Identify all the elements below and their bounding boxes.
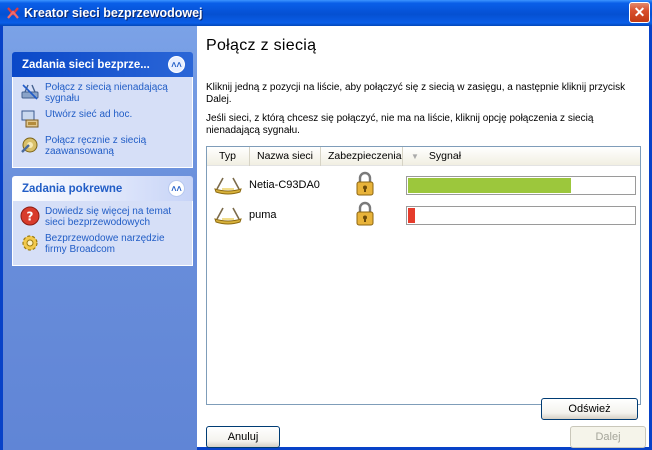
network-tasks-list: Połącz z siecią nienadającą sygnału Utwó… <box>12 77 193 168</box>
signal-strength-bar <box>406 176 636 195</box>
lock-icon <box>356 171 374 196</box>
column-signal[interactable]: ▼ Sygnał <box>403 147 640 166</box>
related-tasks-header[interactable]: Zadania pokrewne ˄˄ <box>12 176 193 201</box>
network-list[interactable]: Typ Nazwa sieci Zabezpieczenia ▼ Sygnał … <box>206 146 641 405</box>
column-network-name[interactable]: Nazwa sieci <box>250 146 321 166</box>
network-list-header: Typ Nazwa sieci Zabezpieczenia ▼ Sygnał <box>207 146 640 166</box>
page-title: Połącz z siecią <box>206 37 317 54</box>
task-learn-more[interactable]: ? Dowiedz się więcej na temat sieci bezp… <box>19 205 186 228</box>
sort-desc-icon: ▼ <box>411 151 419 161</box>
broadcom-tool-icon <box>22 235 38 251</box>
signal-fill <box>408 178 571 193</box>
network-tasks-title: Zadania sieci bezprze... <box>22 58 150 71</box>
task-broadcom-tool[interactable]: Bezprzewodowe narzędzie firmy Broadcom <box>19 232 186 255</box>
collapse-icon[interactable]: ˄˄ <box>168 56 185 73</box>
main-content: Połącz z siecią Kliknij jedną z pozycji … <box>197 26 652 450</box>
column-type[interactable]: Typ <box>207 146 250 166</box>
help-icon: ? <box>20 206 40 226</box>
signal-strength-bar <box>406 206 636 225</box>
cancel-button[interactable]: Anuluj <box>206 426 280 448</box>
network-tasks-header[interactable]: Zadania sieci bezprze... ˄˄ <box>12 52 193 77</box>
refresh-button[interactable]: Odśwież <box>541 398 638 420</box>
instruction-text-hidden: Jeśli sieci, z którą chcesz się połączyć… <box>206 113 594 136</box>
task-label: Dowiedz się więcej na temat sieci bezprz… <box>45 206 172 228</box>
instruction-text: Kliknij jedną z pozycji na liście, aby p… <box>206 82 626 105</box>
advanced-network-icon <box>21 137 38 153</box>
task-pane: Zadania sieci bezprze... ˄˄ Połącz z sie… <box>0 26 197 450</box>
related-tasks-title: Zadania pokrewne <box>22 182 123 195</box>
task-create-adhoc[interactable]: Utwórz sieć ad hoc. <box>19 108 186 130</box>
collapse-icon[interactable]: ˄˄ <box>168 180 185 197</box>
task-label: Bezprzewodowe narzędzie firmy Broadcom <box>45 233 165 255</box>
column-security[interactable]: Zabezpieczenia <box>321 146 403 166</box>
related-tasks-list: ? Dowiedz się więcej na temat sieci bezp… <box>12 201 193 266</box>
lock-icon <box>356 201 374 226</box>
signal-fill <box>408 208 415 223</box>
window-title: Kreator sieci bezprzewodowej <box>24 6 203 20</box>
task-connect-manual-advanced[interactable]: Połącz ręcznie z siecią zaawansowaną <box>19 134 186 157</box>
network-row[interactable]: puma <box>207 201 640 231</box>
network-tasks-box: Zadania sieci bezprze... ˄˄ Połącz z sie… <box>12 52 193 168</box>
network-row[interactable]: Netia-C93DA0 <box>207 171 640 201</box>
network-name: Netia-C93DA0 <box>249 179 320 191</box>
svg-text:?: ? <box>27 210 34 224</box>
next-button[interactable]: Dalej <box>570 426 646 448</box>
access-point-icon <box>214 207 242 225</box>
wireless-wizard-icon <box>7 7 19 19</box>
network-name: puma <box>249 209 277 221</box>
access-point-icon <box>214 177 242 195</box>
task-label: Połącz ręcznie z siecią zaawansowaną <box>45 135 147 157</box>
hidden-network-icon <box>21 84 39 100</box>
task-connect-hidden-network[interactable]: Połącz z siecią nienadającą sygnału <box>19 81 186 104</box>
related-tasks-box: Zadania pokrewne ˄˄ ? Dowiedz się więcej… <box>12 176 193 266</box>
task-label: Utwórz sieć ad hoc. <box>45 109 133 120</box>
close-icon: ✕ <box>633 4 646 20</box>
task-label: Połącz z siecią nienadającą sygnału <box>45 82 168 104</box>
close-button[interactable]: ✕ <box>629 2 650 23</box>
title-bar: Kreator sieci bezprzewodowej ✕ <box>0 0 652 26</box>
adhoc-network-icon <box>21 110 39 128</box>
